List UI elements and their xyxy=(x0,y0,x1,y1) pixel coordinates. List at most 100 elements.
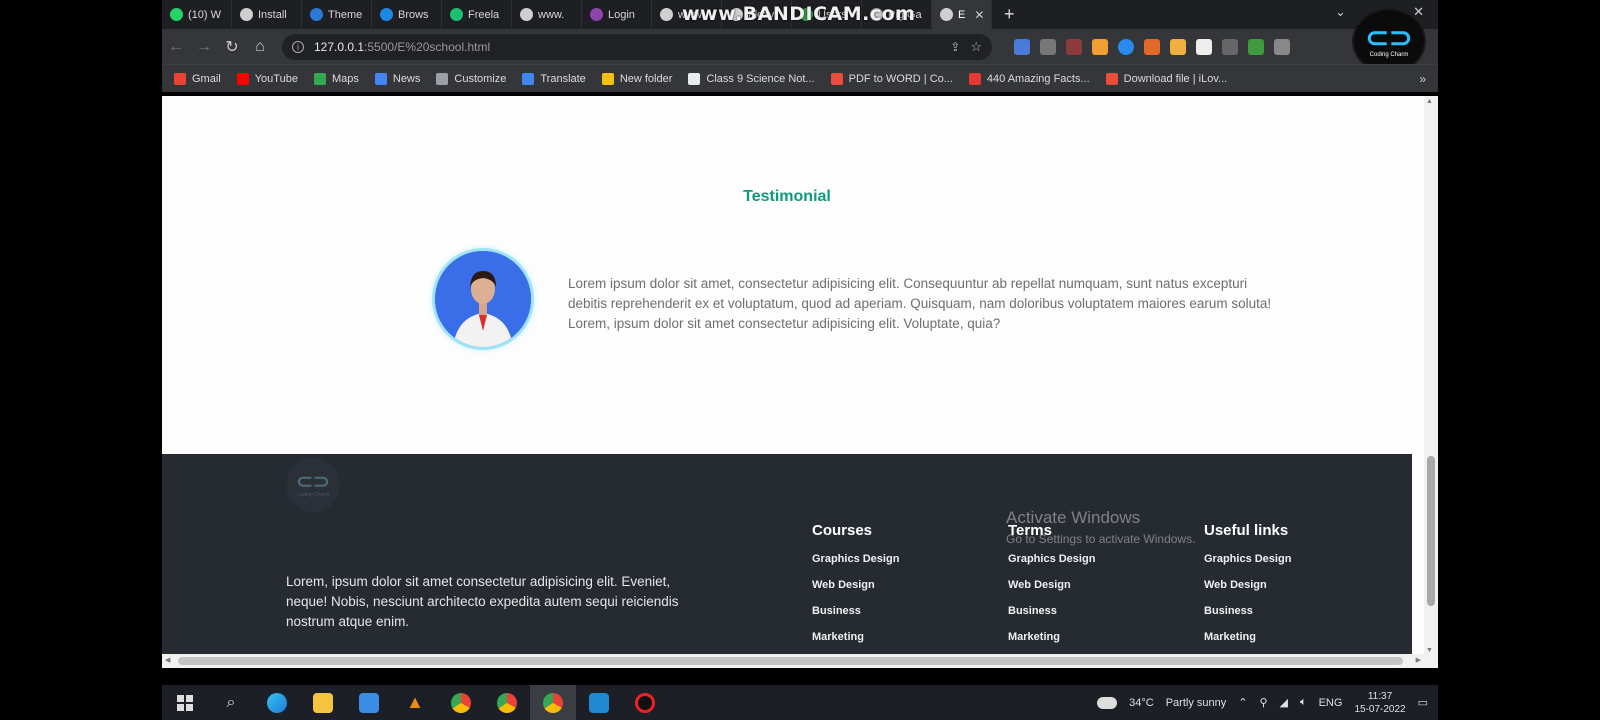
bookmark-item[interactable]: New folder xyxy=(601,72,672,85)
bookmark-item[interactable]: News xyxy=(374,72,420,85)
browser-tab[interactable]: www. xyxy=(512,0,582,29)
footer-link[interactable]: Web Design xyxy=(1008,579,1095,605)
weather-cloud-icon[interactable] xyxy=(1097,696,1118,709)
person-photo xyxy=(435,251,531,347)
document-extension-icon[interactable] xyxy=(1196,38,1212,55)
scroll-right-arrow[interactable]: ▶ xyxy=(1416,656,1421,664)
taskbar-chrome-3[interactable] xyxy=(530,685,576,720)
footer-logo[interactable]: ⊂⊃ Coding Charm xyxy=(286,458,340,512)
taskbar-store[interactable] xyxy=(346,685,392,720)
vertical-scrollbar[interactable]: ▲ ▼ xyxy=(1424,96,1438,668)
volume-icon[interactable]: 🔈︎ xyxy=(1300,696,1307,709)
browser-tab[interactable]: E ✕ xyxy=(932,0,992,29)
chevron-up-icon[interactable]: ⌃ xyxy=(1238,696,1247,709)
taskbar-vscode[interactable] xyxy=(576,685,622,720)
footer-link[interactable]: Web Design xyxy=(1204,579,1291,605)
scroll-down-arrow[interactable]: ▼ xyxy=(1426,647,1433,654)
browser-tab[interactable]: Install xyxy=(232,0,302,29)
pen-extension-icon[interactable] xyxy=(1040,38,1056,55)
tab-favicon-icon xyxy=(590,8,603,21)
bookmark-star-icon[interactable]: ☆ xyxy=(970,39,982,55)
weather-temp[interactable]: 34°C xyxy=(1129,697,1154,709)
puzzle-extensions-icon[interactable] xyxy=(1274,38,1290,55)
browser-tab[interactable]: Freela xyxy=(442,0,512,29)
taskbar-edge[interactable] xyxy=(254,685,300,720)
bookmark-item[interactable]: Translate xyxy=(522,72,586,85)
activate-windows-title: Activate Windows xyxy=(1006,508,1141,527)
bookmark-item[interactable]: Download file | iLov... xyxy=(1105,72,1227,85)
horizontal-scroll-thumb[interactable] xyxy=(178,657,1403,665)
footer-link[interactable]: Web Design xyxy=(812,579,899,605)
notifications-icon[interactable]: ▭ xyxy=(1418,696,1428,709)
translate-extension-icon[interactable] xyxy=(1014,38,1030,55)
tab-label: Theme xyxy=(328,8,363,21)
windows-taskbar: ⌕ ▲ 34°C Partly sunny ⌃ ⚲ ◢ 🔈︎ ENG 11:37… xyxy=(162,685,1438,720)
footer-link[interactable]: Graphics Design xyxy=(1204,553,1291,579)
footer-link[interactable]: Graphics Design xyxy=(812,553,899,579)
bookmark-item[interactable]: PDF to WORD | Co... xyxy=(830,72,953,85)
footer-link[interactable]: Business xyxy=(1204,605,1291,631)
browser-toolbar: ← → ↻ ⌂ i 127.0.0.1:5500/E%20school.html… xyxy=(162,29,1438,64)
close-tab-icon[interactable]: ✕ xyxy=(974,8,984,22)
bookmark-favicon-icon xyxy=(313,72,326,85)
wifi-icon[interactable]: ◢ xyxy=(1280,696,1288,709)
k-extension-icon[interactable] xyxy=(1066,38,1082,55)
bookmark-label: PDF to WORD | Co... xyxy=(848,72,953,85)
search-button[interactable]: ⌕ xyxy=(208,685,254,720)
vertical-scroll-thumb[interactable] xyxy=(1427,456,1435,606)
forward-button[interactable]: → xyxy=(190,38,218,56)
taskbar-chrome-1[interactable] xyxy=(438,685,484,720)
browser-tab[interactable]: Login xyxy=(582,0,652,29)
back-button[interactable]: ← xyxy=(162,38,190,56)
bookmark-item[interactable]: Class 9 Science Not... xyxy=(688,72,815,85)
tab-favicon-icon xyxy=(310,8,323,21)
bookmark-item[interactable]: Customize xyxy=(436,72,506,85)
download-extension-icon[interactable] xyxy=(1222,38,1238,55)
u-extension-icon[interactable] xyxy=(1144,38,1160,55)
home-button[interactable]: ⌂ xyxy=(246,38,274,56)
bookmark-item[interactable]: Maps xyxy=(313,72,359,85)
orange-extension-icon[interactable] xyxy=(1092,38,1108,55)
tab-favicon-icon xyxy=(660,8,673,21)
footer-link[interactable]: Business xyxy=(1008,605,1095,631)
taskbar-file-explorer[interactable] xyxy=(300,685,346,720)
blue-extension-icon[interactable] xyxy=(1118,38,1134,55)
browser-tab[interactable]: Theme xyxy=(302,0,372,29)
address-bar[interactable]: i 127.0.0.1:5500/E%20school.html ⇪ ☆ xyxy=(282,33,992,60)
footer-link[interactable]: Business xyxy=(812,605,899,631)
footer-link[interactable]: Graphics Design xyxy=(1008,553,1095,579)
weather-condition[interactable]: Partly sunny xyxy=(1166,697,1227,709)
reload-button[interactable]: ↻ xyxy=(218,37,246,57)
taskbar-bandicam[interactable] xyxy=(622,685,668,720)
bookmark-favicon-icon xyxy=(688,72,701,85)
network-icon[interactable]: ⚲ xyxy=(1259,696,1267,709)
input-language[interactable]: ENG xyxy=(1319,697,1343,709)
taskbar-vlc[interactable]: ▲ xyxy=(392,685,438,720)
horizontal-scrollbar[interactable]: ◀ ▶ xyxy=(162,654,1424,668)
yellow-extension-icon[interactable] xyxy=(1170,38,1186,55)
system-tray: 34°C Partly sunny ⌃ ⚲ ◢ 🔈︎ ENG 11:37 15-… xyxy=(1097,685,1428,720)
new-tab-button[interactable]: + xyxy=(992,4,1027,25)
share-icon[interactable]: ⇪ xyxy=(950,40,960,54)
browser-tab[interactable]: Brows xyxy=(372,0,442,29)
bookmark-item[interactable]: YouTube xyxy=(236,72,298,85)
bookmark-favicon-icon xyxy=(174,72,186,85)
bookmark-item[interactable]: Gmail xyxy=(174,72,221,85)
chrome-icon xyxy=(451,692,471,713)
bookmark-item[interactable]: 440 Amazing Facts... xyxy=(968,72,1090,85)
folder-icon xyxy=(313,692,333,713)
taskbar-chrome-2[interactable] xyxy=(484,685,530,720)
browser-tab[interactable]: (10) W xyxy=(162,0,232,29)
bookmark-favicon-icon xyxy=(374,72,387,85)
more-bookmarks-button[interactable]: » xyxy=(1419,72,1426,86)
tab-favicon-icon xyxy=(380,8,393,21)
site-info-icon[interactable]: i xyxy=(292,40,304,53)
tab-search-icon[interactable]: ⌄ xyxy=(1335,4,1346,20)
clock[interactable]: 11:37 15-07-2022 xyxy=(1354,690,1405,716)
activate-windows-subtitle: Go to Settings to activate Windows. xyxy=(1006,532,1196,546)
scroll-left-arrow[interactable]: ◀ xyxy=(165,656,170,664)
tree-extension-icon[interactable] xyxy=(1248,38,1264,55)
scroll-up-arrow[interactable]: ▲ xyxy=(1426,98,1433,105)
footer-link-list: Graphics Design Web Design Business Mark… xyxy=(1008,553,1095,657)
start-button[interactable] xyxy=(162,685,208,720)
